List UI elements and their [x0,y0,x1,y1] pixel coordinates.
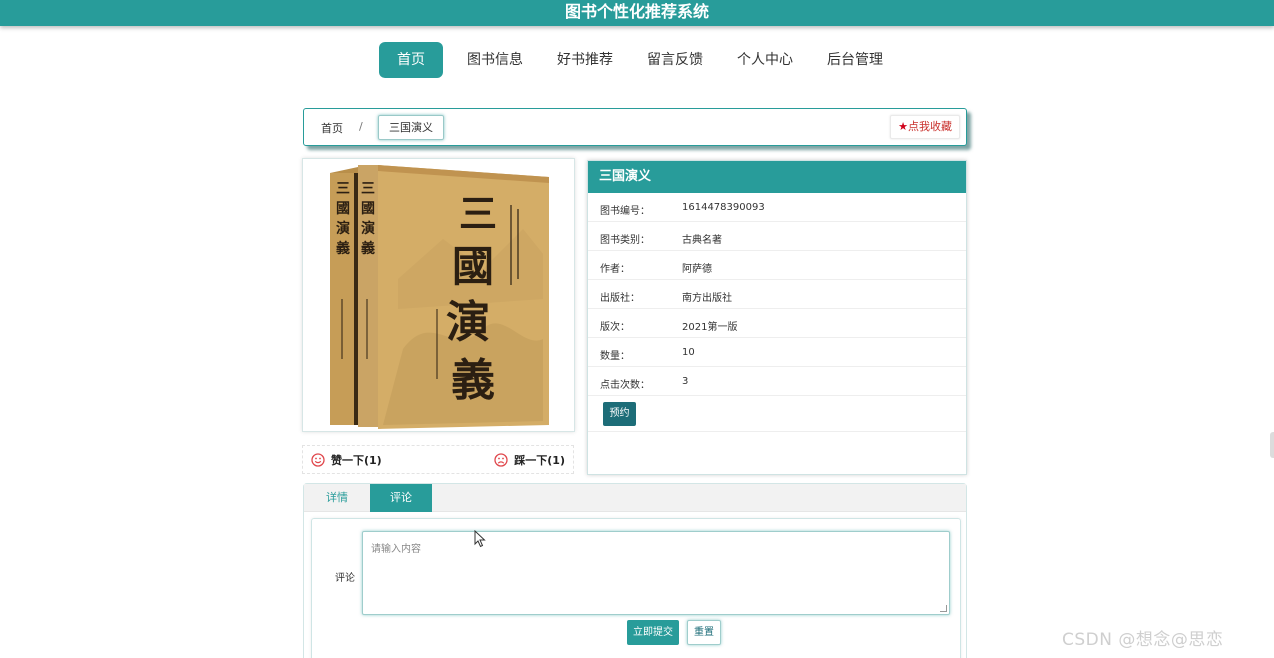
svg-text:國: 國 [452,242,494,291]
svg-text:三: 三 [336,181,350,197]
mouse-pointer-icon [474,530,486,548]
nav-item-profile[interactable]: 个人中心 [737,42,793,78]
info-value: 3 [682,376,689,387]
info-row: 作者： 阿萨德 [588,251,966,280]
info-value: 2021第一版 [682,322,738,333]
info-row: 版次： 2021第一版 [588,309,966,338]
app-title: 图书个性化推荐系统 [564,2,709,21]
tab-bar: 详情 评论 [304,484,966,512]
info-key: 出版社： [600,293,640,304]
smile-icon [311,453,325,467]
like-label: 赞一下(1) [331,454,382,467]
vote-bar: 赞一下(1) 踩一下(1) [302,445,574,474]
svg-text:義: 義 [336,240,350,257]
svg-text:國: 國 [361,201,375,217]
info-key: 作者： [600,264,630,275]
sad-icon [494,453,508,467]
svg-text:三: 三 [361,181,375,197]
svg-text:演: 演 [336,220,350,237]
watermark: CSDN @想念@思恋 [1062,630,1224,650]
tab-comments[interactable]: 评论 [370,484,432,512]
info-key: 版次： [600,322,630,333]
nav-item-recommend[interactable]: 好书推荐 [557,42,613,78]
comment-label: 评论 [335,573,355,584]
dislike-label: 踩一下(1) [514,454,565,467]
info-row: 点击次数： 3 [588,367,966,396]
breadcrumb-separator: / [359,120,363,133]
breadcrumb-current: 三国演义 [378,115,444,140]
info-value: 南方出版社 [682,293,732,304]
info-value: 10 [682,347,695,358]
book-info-panel: 三国演义 图书编号： 1614478390093 图书类别： 古典名著 作者： … [587,160,967,475]
info-row: 图书编号： 1614478390093 [588,193,966,222]
info-key: 数量： [600,351,630,362]
info-value: 1614478390093 [682,202,765,213]
comment-placeholder: 请输入内容 [371,544,421,555]
comment-input[interactable]: 请输入内容 [362,531,950,615]
favorite-label: 点我收藏 [908,120,952,133]
header-bar: 图书个性化推荐系统 [0,0,1274,26]
info-row: 数量： 10 [588,338,966,367]
reset-button[interactable]: 重置 [687,620,721,645]
tab-details[interactable]: 详情 [304,484,370,512]
svg-text:演: 演 [446,297,490,348]
nav-item-home[interactable]: 首页 [379,42,443,78]
nav-item-books[interactable]: 图书信息 [467,42,523,78]
reserve-button[interactable]: 预约 [603,402,636,426]
dislike-button[interactable]: 踩一下(1) [494,452,565,468]
nav-item-admin[interactable]: 后台管理 [827,42,883,78]
book-cover-image: 三 國 演 義 三 國 演 義 三 國 演 義 [303,159,574,431]
breadcrumb-home-link[interactable]: 首页 [321,120,343,136]
info-key: 图书编号： [600,206,650,217]
svg-text:演: 演 [361,220,375,237]
tabs-panel: 详情 评论 评论 请输入内容 立即提交 重置 [303,483,967,658]
info-value: 阿萨德 [682,264,712,275]
svg-text:義: 義 [451,355,495,406]
info-row: 出版社： 南方出版社 [588,280,966,309]
like-button[interactable]: 赞一下(1) [311,452,382,468]
svg-text:義: 義 [361,240,375,257]
main-nav: 首页 图书信息 好书推荐 留言反馈 个人中心 后台管理 [379,42,917,78]
breadcrumb: 首页 / 三国演义 ★点我收藏 [303,108,967,146]
star-icon: ★ [898,120,908,133]
info-key: 点击次数： [600,380,650,391]
submit-button[interactable]: 立即提交 [627,620,679,645]
comment-form: 评论 请输入内容 立即提交 重置 [311,518,961,658]
book-title: 三国演义 [588,161,966,193]
favorite-button[interactable]: ★点我收藏 [890,115,960,139]
info-value: 古典名著 [682,235,722,246]
svg-text:國: 國 [336,201,350,217]
action-row: 预约 [588,396,966,432]
info-key: 图书类别： [600,235,650,246]
book-cover-frame: 三 國 演 義 三 國 演 義 三 國 演 義 [302,158,575,432]
svg-text:三: 三 [459,191,497,236]
info-row: 图书类别： 古典名著 [588,222,966,251]
nav-item-feedback[interactable]: 留言反馈 [647,42,703,78]
side-scroll-handle[interactable] [1270,432,1274,458]
resize-handle-icon[interactable] [940,605,947,612]
